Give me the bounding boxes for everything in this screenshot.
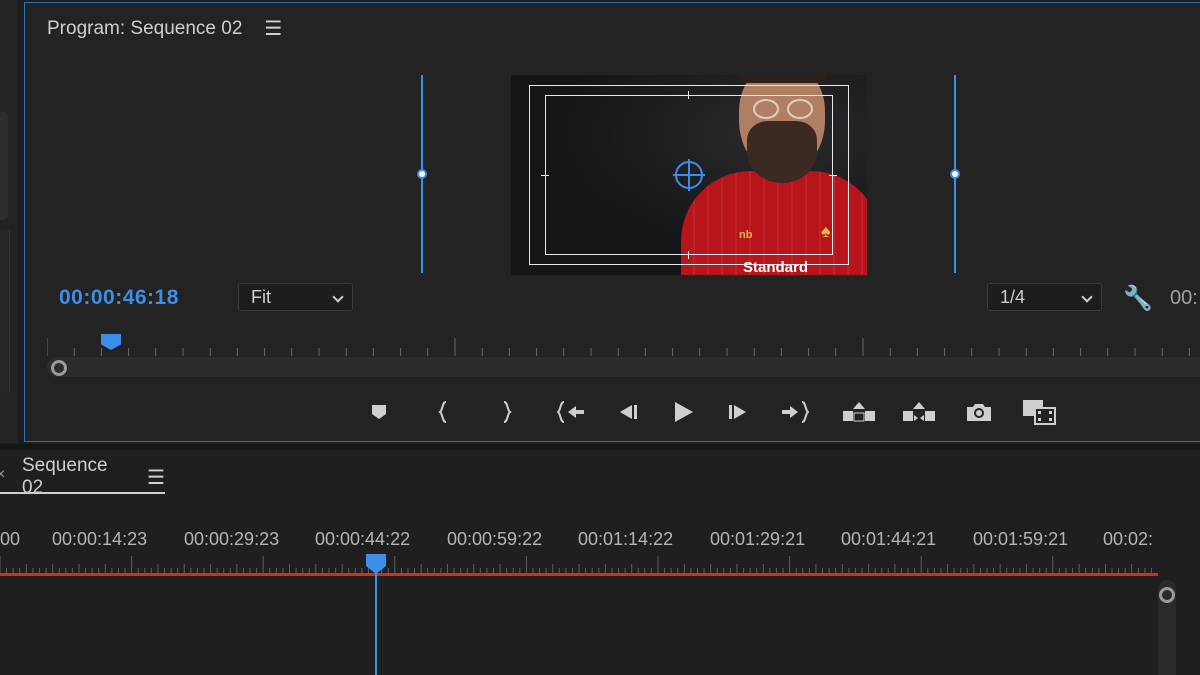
program-monitor-title[interactable]: Program: Sequence 02 [47, 18, 242, 40]
person-hair [737, 75, 827, 83]
project-panel-edge [0, 0, 18, 443]
extract-button[interactable] [895, 395, 943, 429]
safe-tick-bottom [688, 251, 689, 259]
panel-edge-secondary [0, 230, 10, 392]
zoom-scrollbar-handle[interactable] [51, 360, 67, 376]
timeline-tab-sequence[interactable]: Sequence 02 ☰ [0, 455, 165, 498]
timeline-time-label: 00:00:59:22 [447, 529, 543, 549]
program-monitor-header: Program: Sequence 02 ☰ [47, 17, 282, 41]
timeline-time-label: 00:01:29:21 [710, 529, 806, 549]
hamburger-menu-icon[interactable]: ☰ [147, 465, 165, 490]
play-button[interactable] [659, 395, 707, 429]
program-monitor-panel: Program: Sequence 02 ☰ nb ♠ Standard 00:… [24, 2, 1200, 442]
zoom-level-select[interactable]: Fit [238, 283, 353, 311]
anchor-crosshair-icon[interactable] [673, 159, 705, 191]
safe-tick-top [688, 91, 689, 99]
chevron-down-icon [1081, 291, 1093, 303]
timeline-playhead-line[interactable] [375, 570, 377, 675]
mark-in-icon [438, 401, 447, 423]
play-icon [675, 402, 693, 422]
program-video-frame[interactable]: nb ♠ Standard [511, 75, 867, 275]
timeline-ruler[interactable] [0, 556, 1158, 574]
chevron-down-icon [332, 291, 344, 303]
transport-controls [355, 395, 1063, 429]
go-to-out-button[interactable] [771, 395, 819, 429]
zoom-level-value: Fit [251, 286, 271, 307]
crop-handle-left[interactable] [417, 169, 427, 179]
crop-handle-right[interactable] [950, 169, 960, 179]
scrollbar-handle[interactable] [1159, 587, 1175, 603]
lift-button[interactable] [835, 395, 883, 429]
monitor-time-ruler[interactable] [47, 334, 1200, 356]
wrench-icon[interactable]: 🔧 [1123, 284, 1153, 313]
work-area-bar[interactable] [0, 573, 1158, 576]
playback-resolution-value: 1/4 [1000, 286, 1026, 307]
extract-icon [903, 402, 935, 421]
safe-tick-right [829, 175, 837, 176]
timeline-time-label: 00:00:44:22 [315, 529, 411, 549]
timeline-time-label: 00:00:14:23 [52, 529, 148, 549]
safe-tick-left [541, 175, 549, 176]
timeline-time-label: 00 [0, 529, 21, 549]
go-to-out-icon [782, 401, 809, 423]
camera-icon [967, 404, 991, 421]
playback-resolution-select[interactable]: 1/4 [987, 283, 1102, 311]
step-forward-icon [729, 405, 746, 419]
mark-out-icon [503, 401, 512, 423]
comparison-view-button[interactable] [1015, 395, 1063, 429]
step-forward-button[interactable] [715, 395, 763, 429]
timeline-time-labels[interactable]: 00 00:00:14:23 00:00:29:23 00:00:44:22 0… [0, 529, 1160, 553]
go-to-in-button[interactable] [547, 395, 595, 429]
timeline-time-label: 00:01:59:21 [973, 529, 1069, 549]
mark-in-button[interactable] [419, 395, 467, 429]
panel-scroll-edge[interactable] [0, 112, 8, 220]
step-back-button[interactable] [603, 395, 651, 429]
timeline-time-label: 00:00:29:23 [184, 529, 280, 549]
lift-icon [843, 402, 875, 422]
marker-icon [372, 405, 386, 419]
mark-out-button[interactable] [483, 395, 531, 429]
add-marker-button[interactable] [355, 395, 403, 429]
timeline-title: Sequence 02 [22, 455, 108, 498]
hamburger-menu-icon[interactable]: ☰ [264, 19, 282, 39]
go-to-in-icon [557, 401, 584, 423]
timeline-time-label: 00:01:44:21 [841, 529, 937, 549]
monitor-zoom-scrollbar[interactable] [47, 357, 1200, 377]
compare-icon [1023, 400, 1056, 425]
duration-timecode: 00: [1170, 287, 1198, 309]
step-back-icon [620, 405, 637, 419]
timeline-time-label: 00:01:14:22 [578, 529, 674, 549]
playhead-timecode[interactable]: 00:00:46:18 [59, 286, 179, 310]
export-frame-button[interactable] [955, 395, 1003, 429]
timeline-time-label: 00:02: [1103, 529, 1154, 549]
